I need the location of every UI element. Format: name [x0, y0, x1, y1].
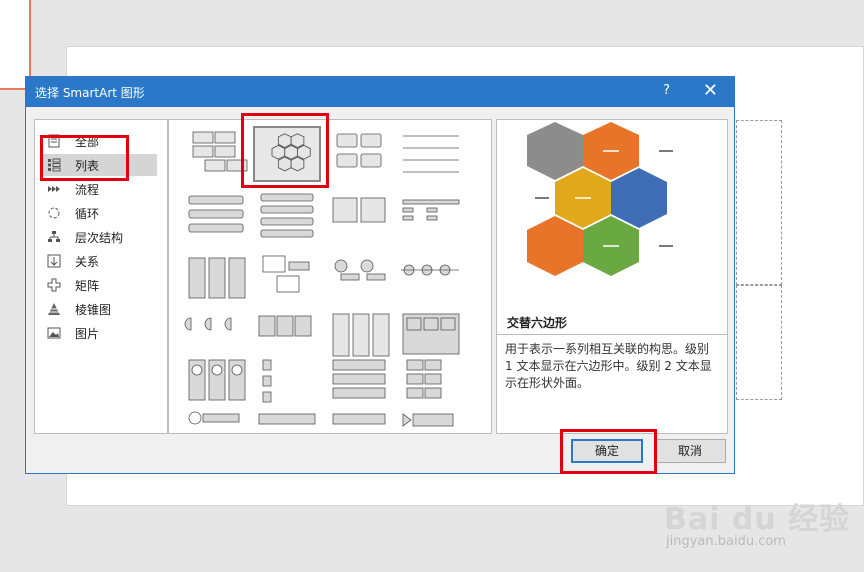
layout-description: 用于表示一系列相互关联的构思。级别 1 文本显示在六边形中。级别 2 文本显示在…: [497, 334, 727, 434]
close-button[interactable]: ✕: [703, 80, 718, 101]
category-label: 循环: [75, 207, 100, 221]
process-icon: [48, 186, 60, 192]
relationship-icon: [47, 254, 61, 268]
highlight-hexagon-layout: [241, 113, 329, 188]
layout-thumbnail[interactable]: [397, 190, 465, 246]
help-button[interactable]: ?: [663, 83, 670, 98]
category-label: 矩阵: [75, 279, 100, 293]
category-pyramid[interactable]: 棱锥图: [41, 298, 157, 320]
layout-name: 交替六边形: [507, 316, 568, 330]
picture-icon: [47, 327, 61, 339]
layout-thumbnail[interactable]: [397, 126, 465, 182]
placeholder-box: [736, 120, 782, 285]
category-cycle[interactable]: 循环: [41, 202, 157, 224]
matrix-icon: [47, 278, 61, 292]
hexagon-shape: [611, 168, 667, 228]
layout-thumbnail[interactable]: [183, 190, 251, 246]
hexagon-shape: [527, 216, 583, 276]
smartart-dialog: 选择 SmartArt 图形 ? ✕ 全部 列表 流程 循环 层次结构 关系 矩…: [25, 76, 735, 474]
watermark-url: jingyan.baidu.com: [666, 534, 786, 549]
cancel-button[interactable]: 取消: [654, 439, 726, 463]
layout-thumbnail[interactable]: [397, 356, 465, 412]
watermark-brand: Bai du 经验: [664, 502, 851, 537]
category-matrix[interactable]: 矩阵: [41, 274, 157, 296]
layout-thumbnail[interactable]: [327, 408, 395, 433]
layout-thumbnail[interactable]: [397, 408, 465, 433]
hexagon-shape: [527, 122, 583, 180]
dialog-titlebar: 选择 SmartArt 图形 ? ✕: [26, 77, 734, 107]
category-label: 流程: [75, 183, 100, 197]
highlight-ok-button: [560, 429, 657, 474]
layout-thumbnail[interactable]: [253, 252, 321, 308]
preview-panel: 交替六边形 用于表示一系列相互关联的构思。级别 1 文本显示在六边形中。级别 2…: [496, 119, 728, 434]
category-label: 图片: [75, 327, 100, 341]
placeholder-box: [736, 285, 782, 400]
layout-thumbnail[interactable]: [397, 252, 465, 308]
category-hierarchy[interactable]: 层次结构: [41, 226, 157, 248]
category-label: 棱锥图: [75, 303, 112, 317]
layout-thumbnail[interactable]: [327, 190, 395, 246]
layout-thumbnail[interactable]: [253, 356, 321, 412]
pyramid-icon: [48, 303, 60, 315]
baidu-watermark: Bai du 经验 jingyan.baidu.com: [664, 490, 854, 560]
layout-thumbnail[interactable]: [253, 190, 321, 246]
cycle-icon: [48, 207, 60, 219]
hierarchy-icon: [48, 231, 60, 242]
dialog-title: 选择 SmartArt 图形: [35, 86, 145, 100]
hexagon-preview: [527, 122, 673, 276]
layout-thumbnail[interactable]: [183, 408, 251, 433]
layout-thumbnail[interactable]: [253, 408, 321, 433]
layout-thumbnail[interactable]: [327, 356, 395, 412]
layout-thumbnail[interactable]: [327, 126, 395, 182]
layout-thumbnail[interactable]: [327, 252, 395, 308]
category-process[interactable]: 流程: [41, 178, 157, 200]
layout-thumbnail[interactable]: [183, 252, 251, 308]
category-relationship[interactable]: 关系: [41, 250, 157, 272]
category-label: 关系: [75, 255, 100, 269]
highlight-list-category: [40, 135, 129, 181]
layout-gallery: ▲ ▼: [168, 119, 492, 434]
category-label: 层次结构: [75, 231, 124, 245]
category-picture[interactable]: 图片: [41, 322, 157, 344]
layout-thumbnail[interactable]: [183, 356, 251, 412]
